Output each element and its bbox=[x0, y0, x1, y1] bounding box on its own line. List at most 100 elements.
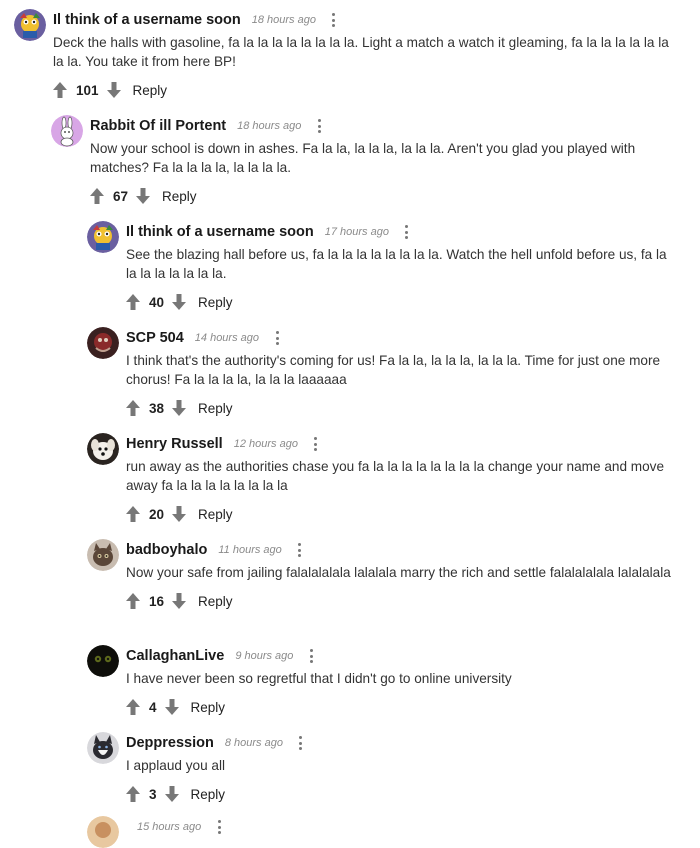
comment-body: Il think of a username soon 18 hours ago… bbox=[53, 9, 683, 101]
upvote-icon[interactable] bbox=[53, 82, 67, 98]
comment-header: Rabbit Of ill Portent 18 hours ago bbox=[90, 115, 670, 137]
comment-actions: 38 Reply bbox=[126, 397, 674, 419]
vote-count: 101 bbox=[76, 82, 99, 98]
downvote-icon[interactable] bbox=[172, 506, 187, 522]
reply-button[interactable]: Reply bbox=[198, 507, 233, 522]
comment-text: Now your safe from jailing falalalalala … bbox=[126, 565, 671, 580]
upvote-icon[interactable] bbox=[126, 400, 140, 416]
comment-header: CallaghanLive 9 hours ago bbox=[126, 645, 674, 667]
more-options-icon[interactable] bbox=[296, 542, 304, 558]
comment-header: SCP 504 14 hours ago bbox=[126, 327, 674, 349]
downvote-icon[interactable] bbox=[136, 188, 151, 204]
upvote-icon[interactable] bbox=[126, 294, 140, 310]
downvote-icon[interactable] bbox=[172, 294, 187, 310]
avatar[interactable] bbox=[87, 221, 119, 253]
username[interactable]: Rabbit Of ill Portent bbox=[90, 118, 226, 134]
comment-actions: 4 Reply bbox=[126, 696, 674, 718]
downvote-icon[interactable] bbox=[172, 400, 187, 416]
more-options-icon[interactable] bbox=[312, 436, 320, 452]
upvote-icon[interactable] bbox=[126, 786, 140, 802]
username[interactable]: Henry Russell bbox=[126, 436, 223, 452]
vote-count: 67 bbox=[113, 188, 129, 204]
timestamp: 15 hours ago bbox=[137, 821, 202, 833]
avatar[interactable] bbox=[14, 9, 46, 41]
downvote-icon[interactable] bbox=[164, 699, 179, 715]
comment-body: SCP 504 14 hours ago I think that's the … bbox=[126, 327, 674, 419]
vote-count: 40 bbox=[149, 294, 165, 310]
avatar[interactable] bbox=[51, 115, 83, 147]
timestamp: 11 hours ago bbox=[218, 544, 282, 556]
avatar[interactable] bbox=[87, 816, 119, 848]
vote-count: 4 bbox=[149, 699, 157, 715]
downvote-icon[interactable] bbox=[164, 786, 179, 802]
username[interactable]: Il think of a username soon bbox=[53, 12, 241, 28]
username[interactable]: CallaghanLive bbox=[126, 648, 224, 664]
downvote-icon[interactable] bbox=[106, 82, 121, 98]
comment-body: badboyhalo 11 hours ago Now your safe fr… bbox=[126, 539, 674, 612]
username[interactable]: badboyhalo bbox=[126, 542, 207, 558]
vote-count: 38 bbox=[149, 400, 165, 416]
comment-actions: 16 Reply bbox=[126, 590, 674, 612]
reply-button[interactable]: Reply bbox=[191, 700, 226, 715]
comment-body: Il think of a username soon 17 hours ago… bbox=[126, 221, 674, 313]
avatar[interactable] bbox=[87, 645, 119, 677]
timestamp: 8 hours ago bbox=[224, 737, 283, 749]
username[interactable]: SCP 504 bbox=[126, 330, 184, 346]
downvote-icon[interactable] bbox=[172, 593, 187, 609]
reply-button[interactable]: Reply bbox=[198, 401, 233, 416]
comment-text: I have never been so regretful that I di… bbox=[126, 671, 512, 686]
more-options-icon[interactable] bbox=[215, 819, 223, 835]
comment-header: 15 hours ago bbox=[126, 816, 674, 838]
comment-header: badboyhalo 11 hours ago bbox=[126, 539, 674, 561]
comment-body: 15 hours ago bbox=[126, 816, 674, 838]
avatar[interactable] bbox=[87, 732, 119, 764]
comment-actions: 3 Reply bbox=[126, 783, 674, 805]
timestamp: 18 hours ago bbox=[251, 14, 316, 26]
comment-actions: 101 Reply bbox=[53, 79, 683, 101]
timestamp: 14 hours ago bbox=[194, 332, 259, 344]
reply-button[interactable]: Reply bbox=[162, 189, 197, 204]
more-options-icon[interactable] bbox=[297, 735, 305, 751]
comment-body: Deppression 8 hours ago I applaud you al… bbox=[126, 732, 674, 805]
comment-body: Rabbit Of ill Portent 18 hours ago Now y… bbox=[90, 115, 670, 207]
vote-count: 16 bbox=[149, 593, 165, 609]
timestamp: 12 hours ago bbox=[233, 438, 298, 450]
upvote-icon[interactable] bbox=[126, 506, 140, 522]
timestamp: 9 hours ago bbox=[235, 650, 294, 662]
comment-header: Henry Russell 12 hours ago bbox=[126, 433, 674, 455]
vote-count: 20 bbox=[149, 506, 165, 522]
reply-button[interactable]: Reply bbox=[198, 594, 233, 609]
upvote-icon[interactable] bbox=[90, 188, 104, 204]
upvote-icon[interactable] bbox=[126, 699, 140, 715]
avatar[interactable] bbox=[87, 539, 119, 571]
comment-text: See the blazing hall before us, fa la la… bbox=[126, 247, 667, 281]
vote-count: 3 bbox=[149, 786, 157, 802]
comment-text: Deck the halls with gasoline, fa la la l… bbox=[53, 35, 669, 69]
more-options-icon[interactable] bbox=[273, 330, 281, 346]
more-options-icon[interactable] bbox=[330, 12, 338, 28]
comment-text: I think that's the authority's coming fo… bbox=[126, 353, 661, 387]
more-options-icon[interactable] bbox=[403, 224, 411, 240]
comment-actions: 40 Reply bbox=[126, 291, 674, 313]
more-options-icon[interactable] bbox=[307, 648, 315, 664]
comment-text: Now your school is down in ashes. Fa la … bbox=[90, 141, 636, 175]
username[interactable]: Deppression bbox=[126, 735, 214, 751]
comment-body: CallaghanLive 9 hours ago I have never b… bbox=[126, 645, 674, 718]
reply-button[interactable]: Reply bbox=[191, 787, 226, 802]
timestamp: 17 hours ago bbox=[324, 226, 389, 238]
avatar[interactable] bbox=[87, 433, 119, 465]
comment-actions: 20 Reply bbox=[126, 503, 674, 525]
comment-actions: 67 Reply bbox=[90, 185, 670, 207]
comment-header: Il think of a username soon 17 hours ago bbox=[126, 221, 674, 243]
comment-text: run away as the authorities chase you fa… bbox=[126, 459, 665, 493]
more-options-icon[interactable] bbox=[315, 118, 323, 134]
comment-header: Deppression 8 hours ago bbox=[126, 732, 674, 754]
avatar[interactable] bbox=[87, 327, 119, 359]
timestamp: 18 hours ago bbox=[237, 120, 302, 132]
reply-button[interactable]: Reply bbox=[133, 83, 168, 98]
upvote-icon[interactable] bbox=[126, 593, 140, 609]
reply-button[interactable]: Reply bbox=[198, 295, 233, 310]
comment-header: Il think of a username soon 18 hours ago bbox=[53, 9, 683, 31]
comment-text: I applaud you all bbox=[126, 758, 226, 773]
username[interactable]: Il think of a username soon bbox=[126, 224, 314, 240]
